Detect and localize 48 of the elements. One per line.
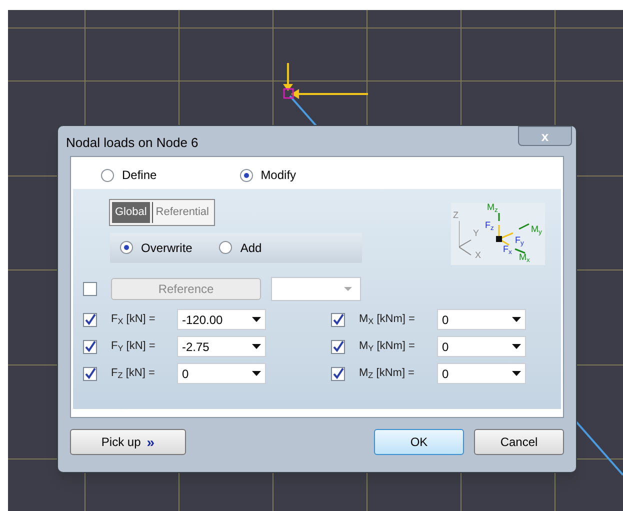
caret-icon[interactable]	[512, 344, 521, 349]
tab[interactable]: Referential	[152, 202, 212, 222]
axis-label: Z	[453, 211, 458, 220]
load-label: F$_{Z}$ [kN] =	[111, 366, 156, 382]
pick-up-button[interactable]: Pick up »	[70, 429, 186, 455]
axis-label: Y	[473, 229, 480, 238]
tab[interactable]: Global	[112, 202, 150, 222]
load-label: M$_{Y}$ [kNm] =	[359, 339, 416, 355]
radio-icon[interactable]	[101, 168, 114, 182]
window-title: Nodal loads on Node 6	[66, 134, 198, 152]
ok-button[interactable]: OK	[374, 429, 464, 455]
load-label: F$_{X}$ [kN] =	[111, 312, 156, 328]
value-combo[interactable]: -120.00	[177, 309, 266, 330]
value-combo[interactable]: 0	[437, 363, 526, 384]
radio-option[interactable]: Add	[219, 238, 262, 256]
value-combo[interactable]: 0	[177, 363, 266, 384]
checkbox[interactable]	[83, 312, 97, 326]
caret-icon[interactable]	[252, 371, 261, 376]
checkbox[interactable]	[331, 366, 345, 380]
axis-label: M$_{x}$	[519, 253, 530, 262]
axis-label: F$_{x}$	[503, 245, 512, 254]
radio-option[interactable]: Overwrite	[120, 238, 192, 256]
caret-icon[interactable]	[512, 371, 521, 376]
value-combo[interactable]: 0	[437, 336, 526, 357]
axis-label: M$_{y}$	[531, 225, 542, 234]
value-combo[interactable]: 0	[437, 309, 526, 330]
load-label: F$_{Y}$ [kN] =	[111, 339, 156, 355]
checkbox[interactable]	[83, 340, 97, 354]
cancel-button[interactable]: Cancel	[474, 429, 564, 455]
load-label: M$_{X}$ [kNm] =	[359, 312, 416, 328]
radio-option[interactable]: Define	[101, 165, 157, 185]
value-combo[interactable]: -2.75	[177, 336, 266, 357]
radio-option[interactable]: Modify	[240, 165, 296, 185]
axis-label: F$_{z}$	[485, 221, 494, 230]
caret-icon[interactable]	[252, 344, 261, 349]
node-marker	[283, 88, 294, 99]
radio-icon[interactable]	[120, 241, 133, 254]
axis-label: M$_{z}$	[487, 203, 498, 212]
axis-label: F$_{y}$	[515, 236, 524, 245]
radio-icon[interactable]	[240, 168, 253, 182]
load-label: M$_{Z}$ [kNm] =	[359, 366, 416, 382]
axis-label: X	[475, 251, 482, 260]
caret-icon[interactable]	[512, 317, 521, 322]
radio-icon[interactable]	[219, 241, 232, 254]
checkbox[interactable]	[331, 312, 345, 326]
checkbox[interactable]	[331, 340, 345, 354]
caret-icon[interactable]	[252, 317, 261, 322]
checkbox[interactable]	[83, 366, 97, 380]
